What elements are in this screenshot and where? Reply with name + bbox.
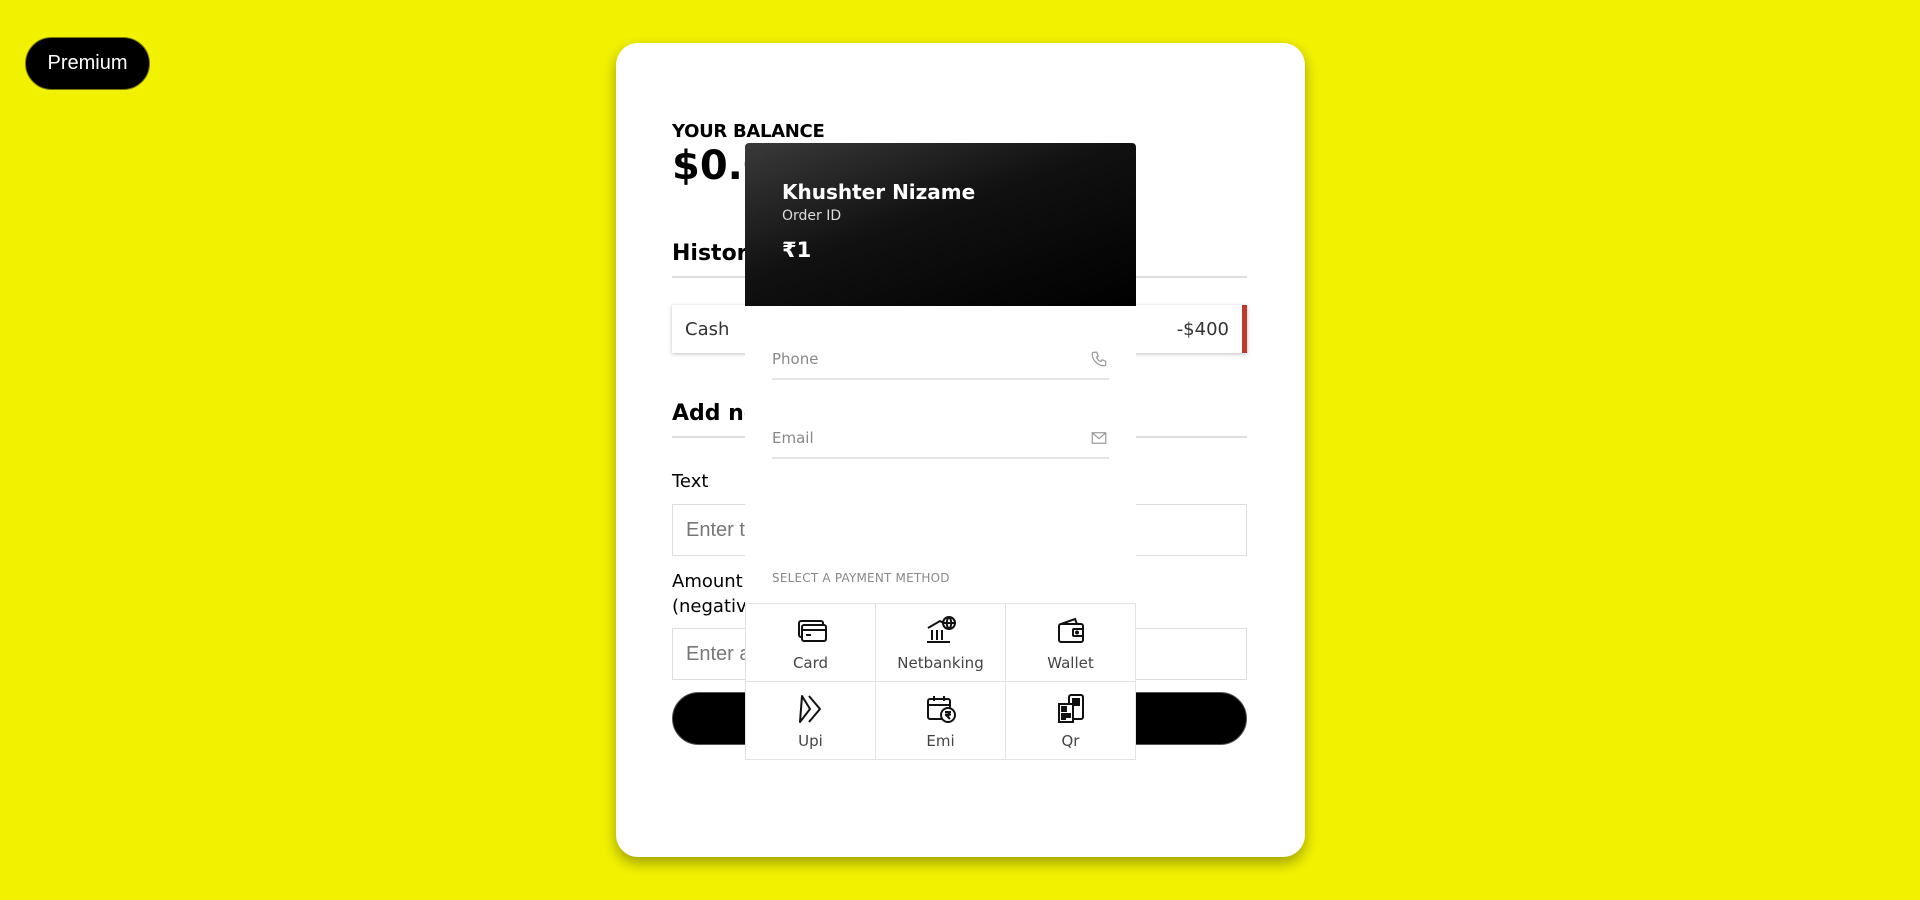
amount-label-text: Amount <box>672 571 743 592</box>
payment-method-wallet[interactable]: Wallet <box>1006 604 1136 682</box>
method-label: Qr <box>1061 731 1080 750</box>
payment-method-qr[interactable]: Qr <box>1006 682 1136 760</box>
email-field <box>772 419 1109 459</box>
history-item-amount: -$400 <box>1176 318 1229 340</box>
phone-icon <box>1089 349 1109 369</box>
phone-input[interactable] <box>772 350 1052 368</box>
method-label: Upi <box>798 731 823 750</box>
history-item-text: Cash <box>685 318 730 340</box>
bank-icon <box>926 615 956 643</box>
qr-icon <box>1057 693 1084 723</box>
payment-methods-grid: Card Netbanking Wallet Upi Emi Qr <box>745 603 1136 760</box>
payment-modal: Khushter Nizame Order ID ₹1 SELECT A PAY… <box>745 143 1136 760</box>
payment-method-card[interactable]: Card <box>746 604 876 682</box>
payment-header: Khushter Nizame Order ID ₹1 <box>745 143 1136 306</box>
order-id-label: Order ID <box>782 208 842 224</box>
method-label: Card <box>792 653 829 672</box>
method-label: Wallet <box>1047 653 1094 672</box>
mail-icon <box>1089 428 1109 448</box>
card-icon <box>797 619 827 642</box>
email-input[interactable] <box>772 429 1052 447</box>
balance-label: YOUR BALANCE <box>672 121 825 142</box>
payment-method-emi[interactable]: Emi <box>876 682 1006 760</box>
emi-icon <box>926 695 956 723</box>
method-label: Netbanking <box>897 653 984 672</box>
payment-method-upi[interactable]: Upi <box>746 682 876 760</box>
amount-label-sub: (negativ <box>672 596 747 617</box>
method-label: Emi <box>926 731 955 750</box>
wallet-icon <box>1057 617 1084 643</box>
phone-field <box>772 340 1109 380</box>
amount-label: Amount (negativ <box>672 569 747 619</box>
merchant-name: Khushter Nizame <box>782 180 976 204</box>
payment-method-netbanking[interactable]: Netbanking <box>876 604 1006 682</box>
payment-amount: ₹1 <box>782 238 812 262</box>
payment-method-label: SELECT A PAYMENT METHOD <box>772 571 950 585</box>
text-label: Text <box>672 471 709 492</box>
upi-icon <box>798 694 821 723</box>
premium-button[interactable]: Premium <box>25 37 150 90</box>
